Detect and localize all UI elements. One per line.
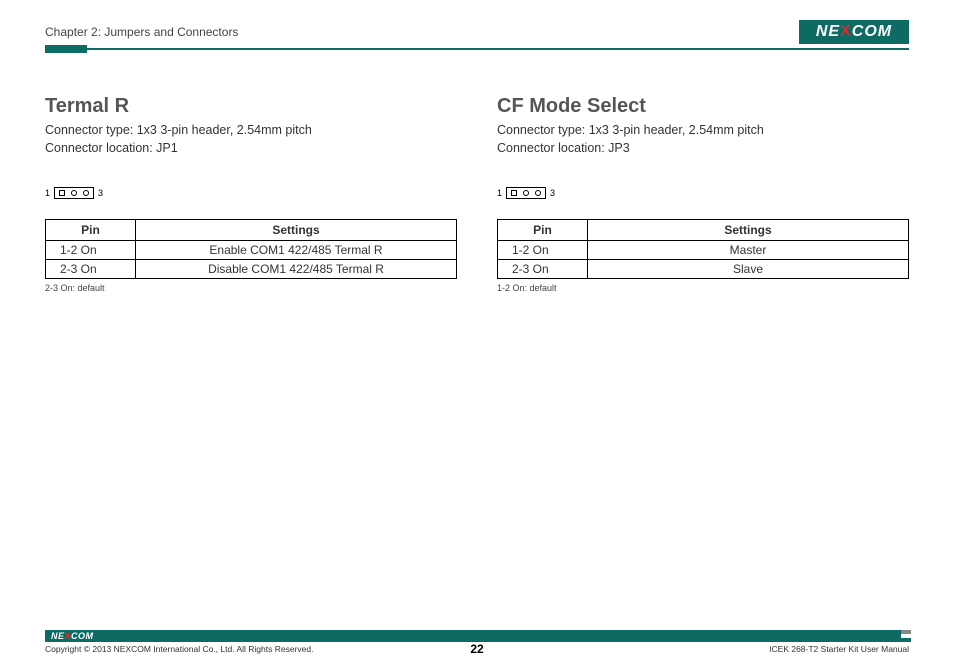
chapter-title: Chapter 2: Jumpers and Connectors: [45, 25, 238, 39]
manual-name: ICEK 268-T2 Starter Kit User Manual: [769, 644, 909, 654]
th-settings: Settings: [136, 220, 457, 241]
footer: NEXCOM Copyright © 2013 NEXCOM Internati…: [0, 630, 954, 654]
th-settings: Settings: [588, 220, 909, 241]
section-title: Termal R: [45, 95, 457, 118]
pin-diagram: 1 3: [497, 187, 909, 199]
table-row: 2-3 On Slave: [498, 260, 909, 279]
pin-diagram: 1 3: [45, 187, 457, 199]
connector-location: Connector location: JP3: [497, 140, 909, 158]
copyright: Copyright © 2013 NEXCOM International Co…: [45, 644, 313, 654]
default-note: 2-3 On: default: [45, 283, 457, 293]
table-row: 1-2 On Enable COM1 422/485 Termal R: [46, 241, 457, 260]
connector-type: Connector type: 1x3 3-pin header, 2.54mm…: [45, 122, 457, 140]
settings-table: Pin Settings 1-2 On Master 2-3 On Slave: [497, 219, 909, 279]
connector-location: Connector location: JP1: [45, 140, 457, 158]
page-number: 22: [470, 642, 483, 656]
header-box-icon: [506, 187, 546, 199]
table-row: 2-3 On Disable COM1 422/485 Termal R: [46, 260, 457, 279]
header-rule: [45, 48, 909, 50]
default-note: 1-2 On: default: [497, 283, 909, 293]
section-cf-mode: CF Mode Select Connector type: 1x3 3-pin…: [497, 95, 909, 293]
nexcom-logo-footer: NEXCOM: [51, 631, 94, 641]
section-title: CF Mode Select: [497, 95, 909, 118]
section-termal-r: Termal R Connector type: 1x3 3-pin heade…: [45, 95, 457, 293]
connector-type: Connector type: 1x3 3-pin header, 2.54mm…: [497, 122, 909, 140]
header-box-icon: [54, 187, 94, 199]
th-pin: Pin: [46, 220, 136, 241]
settings-table: Pin Settings 1-2 On Enable COM1 422/485 …: [45, 219, 457, 279]
table-row: 1-2 On Master: [498, 241, 909, 260]
th-pin: Pin: [498, 220, 588, 241]
nexcom-logo: NEXCOM: [799, 20, 909, 44]
